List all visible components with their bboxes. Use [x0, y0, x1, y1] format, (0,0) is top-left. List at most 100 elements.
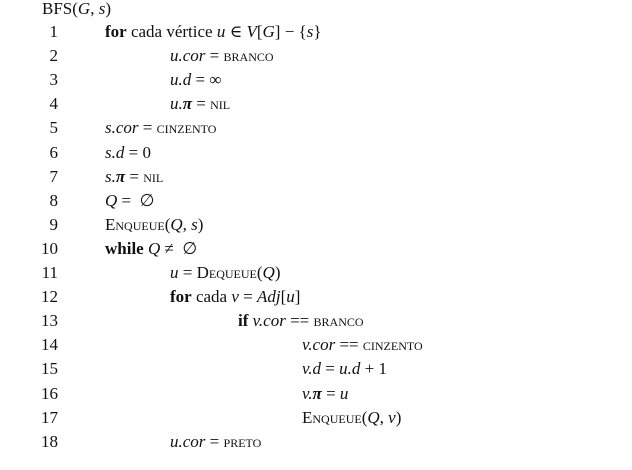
code-segment: V — [246, 22, 257, 41]
code-line: 17 Enqueue(Q, v) — [0, 406, 632, 430]
line-number: 16 — [41, 383, 58, 403]
code-segment: ) — [197, 214, 204, 234]
code-text: for cada v = Adj[u] — [170, 285, 300, 309]
code-segment: cada vértice — [126, 22, 217, 41]
code-line: 13 if v.cor == branco — [0, 309, 632, 333]
code-segment: for — [105, 22, 127, 41]
code-segment: ≠ ∅ — [160, 238, 198, 258]
line-number: 1 — [49, 22, 59, 41]
code-segment: = — [138, 118, 157, 138]
title-segment: G — [77, 0, 91, 18]
code-segment: if — [238, 311, 249, 331]
line-number: 3 — [49, 70, 59, 90]
code-segment: v. — [302, 383, 313, 403]
code-segment: == — [285, 311, 314, 331]
code-line: 10 while Q ≠ ∅ — [0, 237, 632, 261]
code-segment: G — [262, 22, 275, 41]
code-segment: π — [115, 166, 126, 186]
code-text: u = Dequeue(Q) — [170, 261, 280, 285]
code-line: 5 s.cor = cinzento — [0, 116, 632, 140]
code-segment: s.d — [105, 142, 125, 162]
code-segment: u.d — [170, 70, 192, 90]
code-segment: u — [286, 287, 295, 307]
line-number: 7 — [49, 166, 59, 186]
code-segment: for — [170, 287, 192, 307]
code-segment: u — [339, 383, 349, 403]
code-segment: while — [105, 238, 144, 258]
code-line: 11 u = Dequeue(Q) — [0, 261, 632, 285]
code-segment: , — [182, 214, 192, 234]
code-segment: nil — [210, 94, 231, 114]
code-segment: v.cor — [252, 311, 286, 331]
code-text: s.π = nil — [105, 165, 163, 189]
title-segment: BFS — [42, 0, 73, 18]
code-line: 9 Enqueue(Q, s) — [0, 213, 632, 237]
code-segment: v.d — [302, 359, 322, 379]
code-segment: u.cor — [170, 431, 206, 451]
code-segment: s — [191, 214, 198, 234]
code-segment: = ∅ — [117, 190, 155, 210]
code-text: v.d = u.d + 1 — [302, 357, 387, 381]
algorithm-title: BFS(G, s) — [42, 0, 111, 20]
code-segment: = — [178, 263, 197, 282]
code-segment: ∈ — [225, 22, 247, 41]
line-number: 13 — [41, 311, 58, 331]
code-text: s.cor = cinzento — [105, 116, 216, 140]
code-segment: Enqueue — [302, 407, 362, 427]
code-segment: u — [170, 263, 179, 282]
code-segment: ) — [395, 407, 402, 427]
code-text: u.π = nil — [170, 92, 230, 116]
code-text: u.cor = branco — [170, 44, 274, 68]
code-segment: Q — [147, 238, 161, 258]
code-segment: Q — [262, 263, 275, 282]
title-segment: , — [90, 0, 99, 18]
code-line: 14 v.cor == cinzento — [0, 333, 632, 357]
code-line: 12 for cada v = Adj[u] — [0, 285, 632, 309]
code-text: Q = ∅ — [105, 189, 154, 213]
code-segment: } — [313, 22, 322, 41]
code-segment: branco — [313, 311, 364, 331]
line-number: 5 — [49, 118, 59, 138]
code-line: 15 v.d = u.d + 1 — [0, 357, 632, 381]
code-line: 6 s.d = 0 — [0, 141, 632, 165]
code-segment: = — [238, 287, 257, 307]
code-line: 4 u.π = nil — [0, 92, 632, 116]
line-number: 10 — [41, 238, 58, 258]
code-line: 18 u.cor = preto — [0, 430, 632, 454]
code-text: v.cor == cinzento — [302, 333, 423, 357]
code-segment: + 1 — [360, 359, 387, 379]
code-segment: preto — [223, 431, 262, 451]
code-segment: nil — [143, 166, 164, 186]
code-segment: Dequeue — [196, 263, 257, 282]
code-segment: = — [321, 383, 340, 403]
code-text: v.π = u — [302, 382, 348, 406]
code-segment: u.d — [339, 359, 361, 379]
code-segment: v — [388, 407, 396, 427]
code-line: 16 v.π = u — [0, 382, 632, 406]
code-segment: cinzento — [362, 335, 423, 355]
line-number: 14 — [41, 335, 58, 355]
code-segment: = — [205, 431, 224, 451]
code-segment: ) — [274, 263, 281, 282]
code-segment: Adj — [257, 287, 281, 307]
code-segment: = 0 — [124, 142, 151, 162]
code-segment: Enqueue — [105, 214, 165, 234]
code-line: 2 u.cor = branco — [0, 44, 632, 68]
code-segment: v — [231, 287, 239, 307]
line-number: 12 — [41, 287, 58, 307]
code-text: while Q ≠ ∅ — [105, 237, 197, 261]
code-text: u.cor = preto — [170, 430, 261, 454]
code-text: Enqueue(Q, s) — [105, 213, 203, 237]
code-segment: = — [125, 166, 144, 186]
code-text: for cada vértice u ∈ V[G] − {s} — [105, 20, 322, 44]
code-segment: cada — [191, 287, 232, 307]
line-number: 17 — [41, 407, 58, 427]
code-segment: ] — [294, 287, 301, 307]
code-segment: branco — [223, 46, 274, 66]
code-segment: π — [182, 94, 193, 114]
code-segment: s. — [105, 166, 116, 186]
code-line: 1 for cada vértice u ∈ V[G] − {s} — [0, 20, 632, 44]
code-segment: == — [335, 335, 363, 355]
line-number: 15 — [41, 359, 58, 379]
code-text: s.d = 0 — [105, 141, 151, 165]
